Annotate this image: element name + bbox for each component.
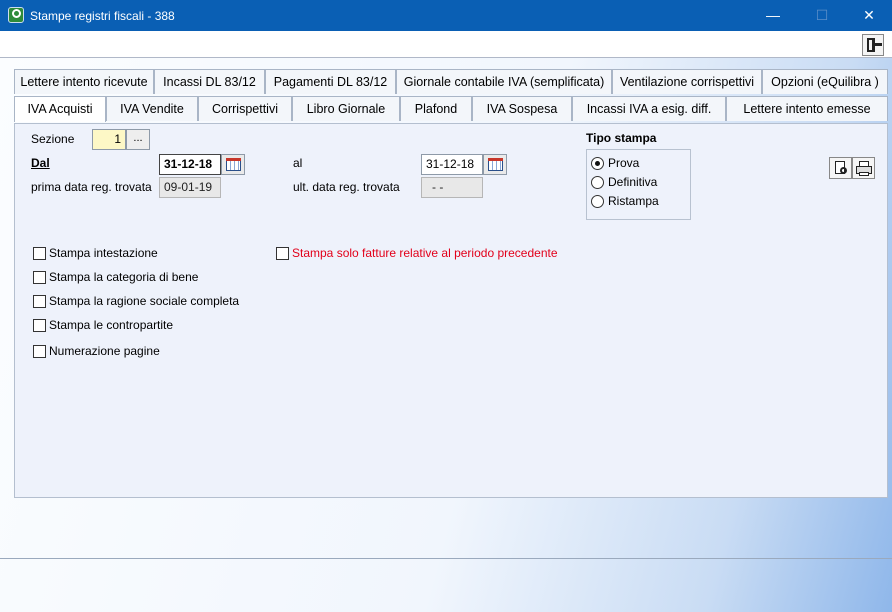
radio-dot[interactable]	[591, 175, 604, 189]
tab-corrispettivi[interactable]: Corrispettivi	[198, 96, 292, 121]
maximize-button[interactable]: ☐	[799, 0, 845, 31]
dal-label: Dal	[31, 156, 50, 170]
sezione-input[interactable]: 1	[92, 129, 126, 150]
stampa-ragione-sociale-checkbox[interactable]: Stampa la ragione sociale completa	[33, 293, 239, 309]
checkbox-box[interactable]	[33, 294, 46, 308]
title-bar: Stampe registri fiscali - 388 — ☐ ✕	[0, 0, 892, 31]
tab-incassi-dl[interactable]: Incassi DL 83/12	[154, 69, 265, 94]
al-calendar-button[interactable]	[483, 154, 507, 175]
exit-door-icon	[867, 38, 875, 52]
tab-lettere-intento-ricevute[interactable]: Lettere intento ricevute	[14, 69, 154, 94]
ult-data-field: - -	[421, 177, 483, 198]
tab-pagamenti-dl[interactable]: Pagamenti DL 83/12	[265, 69, 396, 94]
close-button[interactable]: ✕	[846, 0, 892, 31]
sezione-lookup-button[interactable]: ...	[126, 129, 150, 150]
checkbox-label: Stampa le contropartite	[49, 318, 174, 332]
tab-iva-vendite[interactable]: IVA Vendite	[106, 96, 198, 121]
app-icon	[8, 7, 24, 23]
stampa-contropartite-checkbox[interactable]: Stampa le contropartite	[33, 317, 173, 333]
tab-ventilazione-corrispettivi[interactable]: Ventilazione corrispettivi	[612, 69, 762, 94]
tab-libro-giornale[interactable]: Libro Giornale	[292, 96, 400, 121]
numerazione-pagine-checkbox[interactable]: Numerazione pagine	[33, 343, 160, 359]
sezione-label: Sezione	[31, 132, 75, 146]
calendar-icon	[226, 158, 241, 171]
tabs-bottom-row: IVA Acquisti IVA Vendite Corrispettivi L…	[0, 96, 892, 122]
al-date-input[interactable]: 31-12-18	[421, 154, 483, 175]
tab-plafond[interactable]: Plafond	[400, 96, 472, 121]
checkbox-box[interactable]	[33, 318, 46, 332]
dal-date-input[interactable]: 31-12-18	[159, 154, 221, 175]
checkbox-box[interactable]	[276, 246, 289, 260]
tipo-stampa-label: Tipo stampa	[586, 131, 657, 145]
stampa-intestazione-checkbox[interactable]: Stampa intestazione	[33, 245, 158, 261]
minimize-button[interactable]: —	[750, 0, 796, 31]
tab-iva-acquisti[interactable]: IVA Acquisti	[14, 96, 106, 122]
checkbox-label: Numerazione pagine	[49, 344, 160, 358]
dal-calendar-button[interactable]	[221, 154, 245, 175]
checkbox-label: Stampa la ragione sociale completa	[49, 294, 240, 308]
stampa-categoria-bene-checkbox[interactable]: Stampa la categoria di bene	[33, 269, 198, 285]
toolbar	[0, 31, 892, 58]
magnifier-icon	[840, 167, 847, 174]
tab-lettere-intento-emesse[interactable]: Lettere intento emesse	[726, 96, 888, 121]
radio-dot[interactable]	[591, 156, 604, 170]
printer-output-icon	[859, 172, 869, 176]
checkbox-label: Stampa intestazione	[49, 246, 158, 260]
prima-data-label: prima data reg. trovata	[31, 180, 152, 194]
tab-incassi-iva-esig-diff[interactable]: Incassi IVA a esig. diff.	[572, 96, 726, 121]
radio-dot[interactable]	[591, 194, 604, 208]
tab-giornale-contabile-iva[interactable]: Giornale contabile IVA (semplificata)	[396, 69, 612, 94]
checkbox-box[interactable]	[33, 344, 46, 358]
checkbox-box[interactable]	[33, 246, 46, 260]
tab-iva-sospesa[interactable]: IVA Sospesa	[472, 96, 572, 121]
window-title: Stampe registri fiscali - 388	[30, 9, 175, 23]
prima-data-field: 09-01-19	[159, 177, 221, 198]
al-label: al	[293, 156, 303, 170]
tab-panel-iva-acquisti: Sezione 1 ... Dal 31-12-18 al 31-12-18 p…	[14, 123, 888, 498]
radio-label: Ristampa	[608, 194, 659, 208]
radio-label: Definitiva	[608, 175, 658, 189]
radio-ristampa[interactable]: Ristampa	[591, 193, 659, 209]
exit-arrow-icon	[875, 43, 882, 46]
calendar-icon	[488, 158, 503, 171]
status-divider	[0, 558, 892, 559]
radio-prova[interactable]: Prova	[591, 155, 639, 171]
stampa-solo-fatture-periodo-precedente-checkbox[interactable]: Stampa solo fatture relative al periodo …	[276, 245, 558, 261]
tab-opzioni-equilibra[interactable]: Opzioni (eQuilibra )	[762, 69, 888, 94]
tipo-stampa-group: Prova Definitiva Ristampa	[586, 149, 691, 220]
main-area: Lettere intento ricevute Incassi DL 83/1…	[0, 58, 892, 612]
tabs-top-row: Lettere intento ricevute Incassi DL 83/1…	[0, 69, 892, 94]
radio-label: Prova	[608, 156, 640, 170]
checkbox-label: Stampa solo fatture relative al periodo …	[292, 246, 558, 260]
radio-definitiva[interactable]: Definitiva	[591, 174, 657, 190]
exit-button[interactable]	[862, 34, 884, 56]
checkbox-label: Stampa la categoria di bene	[49, 270, 199, 284]
print-button[interactable]	[852, 157, 875, 179]
print-preview-button[interactable]	[829, 157, 852, 179]
ult-data-label: ult. data reg. trovata	[293, 180, 400, 194]
checkbox-box[interactable]	[33, 270, 46, 284]
